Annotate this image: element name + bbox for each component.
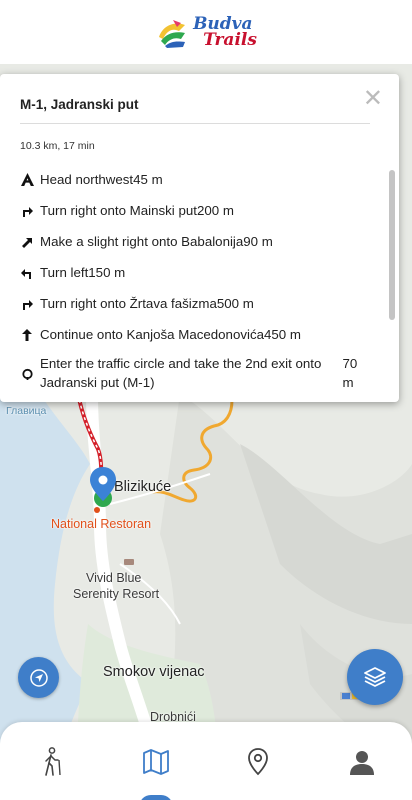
- route-title: M-1, Jadranski put: [20, 97, 139, 112]
- step-text: Turn right onto Žrtava fašizma: [40, 296, 217, 311]
- turn-right-icon: [18, 205, 36, 217]
- map-pin-marker-icon[interactable]: [90, 467, 116, 511]
- step-text: Make a slight right onto Babalonija: [40, 234, 244, 249]
- step-text: Turn right onto Mainski put: [40, 203, 197, 218]
- user-icon: [350, 751, 374, 775]
- map-label-blizikuce: Blizikuće: [114, 479, 172, 495]
- direction-step[interactable]: Continue onto Kanjoša Macedonovića 450 m: [18, 319, 370, 350]
- nav-item-trails[interactable]: [22, 742, 82, 782]
- depart-icon: [18, 173, 36, 186]
- step-distance: 150 m: [88, 265, 126, 280]
- direction-step[interactable]: Turn right onto Mainski put 200 m: [18, 195, 370, 226]
- close-icon[interactable]: ✕: [363, 87, 383, 111]
- nav-item-profile[interactable]: [332, 742, 392, 782]
- bottom-navigation: [0, 722, 412, 800]
- location-pin-icon: [248, 748, 268, 776]
- locate-me-button[interactable]: [18, 657, 59, 698]
- title-divider: [20, 123, 370, 124]
- step-distance: 90 m: [243, 234, 273, 249]
- popup-scrollbar[interactable]: [389, 170, 395, 320]
- step-text: Continue onto Kanjoša Macedonovića: [40, 327, 264, 342]
- step-distance: 450 m: [263, 327, 301, 342]
- slight-right-icon: [18, 236, 36, 248]
- direction-step[interactable]: Turn right onto Žrtava fašizma 500 m: [18, 288, 370, 319]
- direction-step[interactable]: Head northwest 45 m: [18, 164, 370, 195]
- layers-icon: [364, 667, 386, 687]
- directions-popup: M-1, Jadranski put ✕ 10.3 km, 17 min Hea…: [0, 74, 399, 402]
- turn-right-icon: [18, 298, 36, 310]
- step-distance: 45 m: [133, 172, 163, 187]
- map-label-resort-line2[interactable]: Serenity Resort: [73, 587, 159, 601]
- step-text: Enter the traffic circle and take the 2n…: [40, 356, 322, 390]
- route-summary: 10.3 km, 17 min: [20, 140, 95, 152]
- direction-step[interactable]: Enter the traffic circle and take the 2n…: [18, 350, 370, 396]
- step-distance: 500 m: [216, 296, 254, 311]
- step-text: Head northwest: [40, 172, 134, 187]
- navigation-arrow-icon: [29, 668, 48, 687]
- hiker-icon: [45, 747, 61, 776]
- map-icon: [143, 749, 169, 775]
- map-label-smokov: Smokov vijenac: [103, 664, 205, 680]
- direction-step[interactable]: Turn left 150 m: [18, 257, 370, 288]
- app-logo: Budva Trails: [155, 15, 257, 49]
- map-label-restaurant[interactable]: National Restoran: [51, 517, 151, 531]
- map-label-resort-line1[interactable]: Vivid Blue: [86, 571, 141, 585]
- direction-steps-list: Head northwest 45 m Turn right onto Mains…: [18, 164, 370, 396]
- app-header: Budva Trails: [0, 0, 412, 64]
- direction-step[interactable]: Make a slight right onto Babalonija 90 m: [18, 226, 370, 257]
- turn-left-icon: [18, 267, 36, 279]
- continue-icon: [18, 328, 36, 341]
- nav-item-places[interactable]: [228, 742, 288, 782]
- map-layers-button[interactable]: [347, 649, 403, 705]
- roundabout-icon: [18, 367, 36, 380]
- step-distance: 70 m: [342, 356, 358, 390]
- step-distance: 200 m: [196, 203, 234, 218]
- map-label-glavica: Главица: [6, 405, 47, 417]
- step-text: Turn left: [40, 265, 89, 280]
- logo-text-line2: Trails: [203, 30, 257, 50]
- nav-item-map[interactable]: [126, 742, 186, 782]
- logo-mark-icon: [159, 20, 186, 48]
